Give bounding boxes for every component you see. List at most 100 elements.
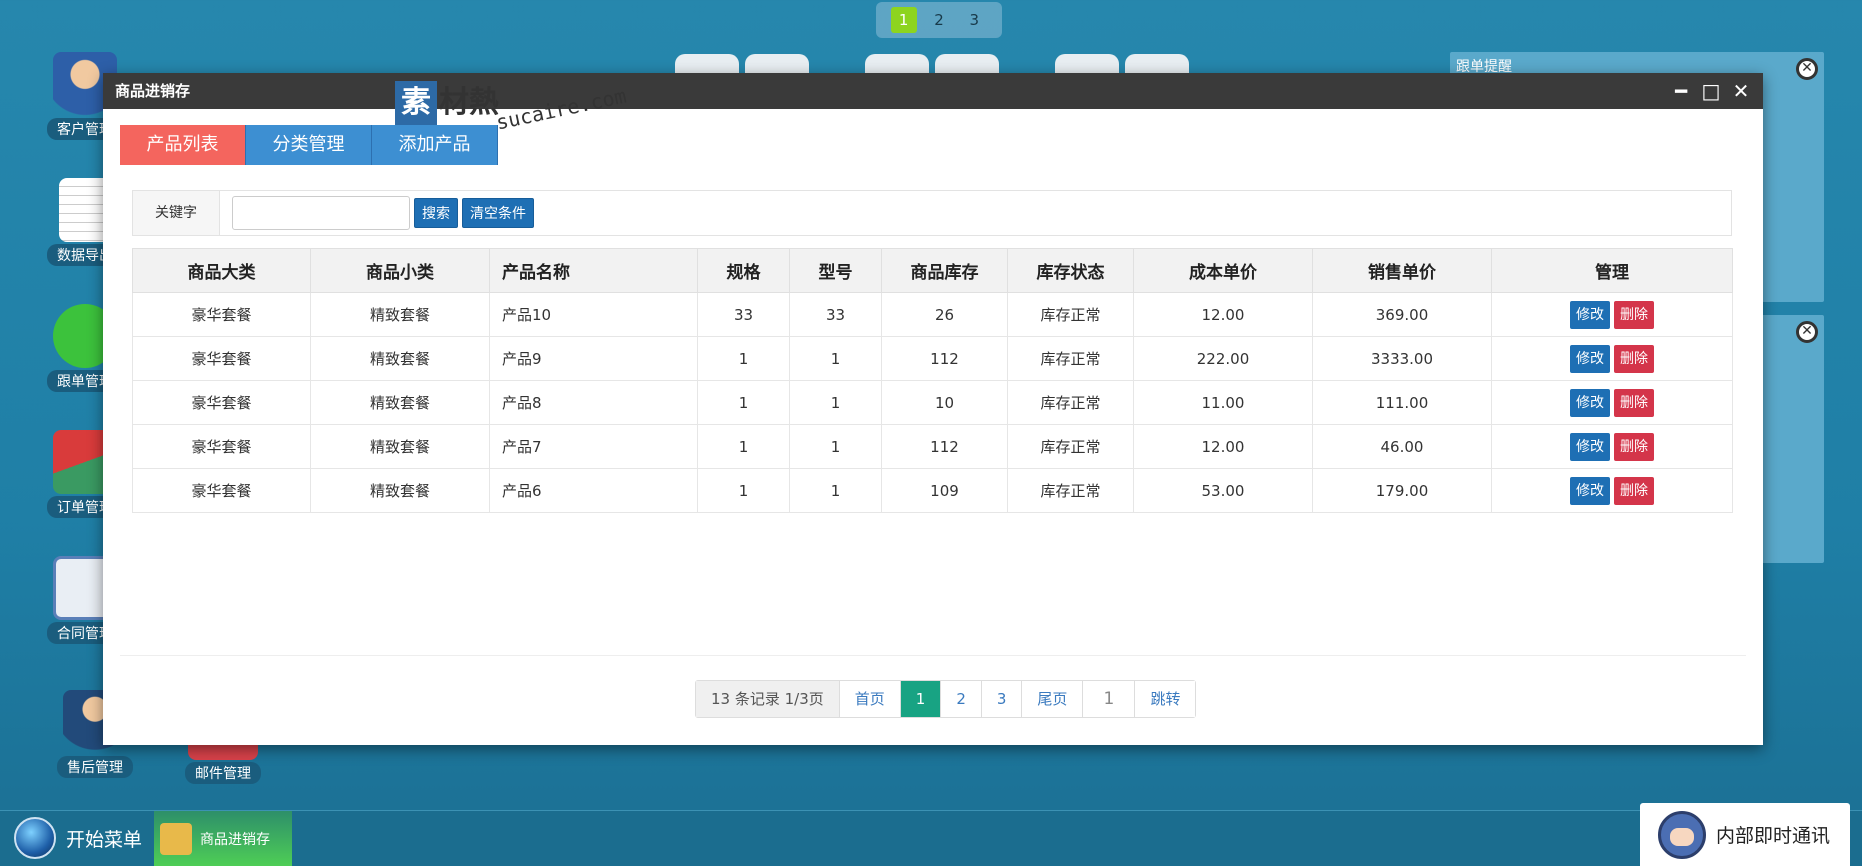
row-actions: 修改 删除	[1570, 300, 1654, 329]
start-menu-label: 开始菜单	[66, 828, 143, 851]
column-header: 库存状态	[1007, 248, 1134, 293]
instant-messaging-button[interactable]: 内部即时通讯	[1640, 803, 1850, 866]
edit-button[interactable]: 修改	[1570, 388, 1610, 417]
column-header: 商品小类	[310, 248, 490, 293]
tab-add-product[interactable]: 添加产品	[372, 125, 498, 165]
page-link-1[interactable]: 1	[900, 681, 942, 717]
close-icon[interactable]: ✕	[1731, 73, 1751, 109]
table-cell: 179.00	[1312, 468, 1492, 513]
table-cell-actions: 修改 删除	[1491, 380, 1733, 425]
watermark-box: 素	[395, 81, 437, 125]
tab-product-list[interactable]: 产品列表	[120, 125, 246, 165]
clear-conditions-button[interactable]: 清空条件	[462, 198, 534, 228]
search-button[interactable]: 搜索	[414, 198, 458, 228]
table-cell: 产品10	[489, 292, 698, 337]
search-bar: 关键字 搜索 清空条件	[132, 190, 1732, 236]
table-cell: 产品7	[489, 424, 698, 469]
taskbar-item-label: 商品进销存	[200, 832, 270, 848]
table-cell: 库存正常	[1007, 292, 1134, 337]
window-title: 商品进销存	[115, 82, 191, 100]
close-icon[interactable]: ✕	[1796, 321, 1818, 343]
page-link-2[interactable]: 2	[941, 681, 982, 717]
windows-logo-icon	[14, 817, 56, 859]
table-cell: 豪华套餐	[132, 336, 311, 381]
table-cell: 库存正常	[1007, 380, 1134, 425]
edit-button[interactable]: 修改	[1570, 300, 1610, 329]
row-actions: 修改 删除	[1570, 388, 1654, 417]
table-row: 豪华套餐 精致套餐 产品9 1 1 112 库存正常 222.00 3333.00 修改 删除	[132, 336, 1733, 381]
delete-button[interactable]: 删除	[1614, 344, 1654, 373]
delete-button[interactable]: 删除	[1614, 432, 1654, 461]
minimize-icon[interactable]: ━	[1671, 73, 1691, 109]
table-cell: 33	[697, 292, 790, 337]
table-cell: 1	[789, 336, 882, 381]
table-cell: 12.00	[1133, 424, 1313, 469]
jump-button[interactable]: 跳转	[1135, 681, 1196, 717]
table-row: 豪华套餐 精致套餐 产品10 33 33 26 库存正常 12.00 369.00 修改 删除	[132, 292, 1733, 337]
table-cell: 46.00	[1312, 424, 1492, 469]
column-header: 销售单价	[1312, 248, 1492, 293]
divider	[120, 655, 1746, 656]
desktop-icon-label: 售后管理	[57, 756, 133, 778]
page-link-3[interactable]: 3	[981, 681, 1023, 717]
table-cell: 1	[697, 380, 790, 425]
column-header: 商品库存	[881, 248, 1008, 293]
table-cell: 精致套餐	[310, 380, 490, 425]
close-icon[interactable]: ✕	[1796, 58, 1818, 80]
edit-button[interactable]: 修改	[1570, 432, 1610, 461]
table-cell: 精致套餐	[310, 336, 490, 381]
taskbar-item-inventory[interactable]: 商品进销存	[154, 811, 292, 866]
table-row: 豪华套餐 精致套餐 产品8 1 1 10 库存正常 11.00 111.00 修改 删除	[132, 380, 1733, 425]
table-cell-actions: 修改 删除	[1491, 292, 1733, 337]
watermark-text: 材熱	[439, 85, 499, 120]
inventory-window: 商品进销存 ━ □ ✕ 素 材熱 sucaire.com 产品列表 分类管理 添…	[103, 73, 1763, 745]
window-controls: ━ □ ✕	[1671, 73, 1751, 109]
watermark-url: sucaire.com	[493, 83, 629, 135]
table-row: 豪华套餐 精致套餐 产品6 1 1 109 库存正常 53.00 179.00 修改 删除	[132, 468, 1733, 513]
window-titlebar[interactable]: 商品进销存 ━ □ ✕	[103, 73, 1763, 109]
tab-category-management[interactable]: 分类管理	[246, 125, 372, 165]
column-header: 商品大类	[132, 248, 311, 293]
start-menu-button[interactable]: 开始菜单	[14, 817, 142, 859]
desktop-page-2[interactable]: 2	[926, 7, 952, 33]
table-cell: 53.00	[1133, 468, 1313, 513]
table-cell: 库存正常	[1007, 336, 1134, 381]
table-cell: 库存正常	[1007, 468, 1134, 513]
column-header: 成本单价	[1133, 248, 1313, 293]
table-cell: 1	[697, 424, 790, 469]
table-cell: 369.00	[1312, 292, 1492, 337]
table-cell-actions: 修改 删除	[1491, 468, 1733, 513]
table-cell: 1	[789, 468, 882, 513]
desktop-page-3[interactable]: 3	[961, 7, 987, 33]
tab-bar: 产品列表 分类管理 添加产品	[120, 125, 498, 165]
table-cell: 112	[881, 424, 1008, 469]
table-row: 豪华套餐 精致套餐 产品7 1 1 112 库存正常 12.00 46.00 修改 删除	[132, 424, 1733, 469]
delete-button[interactable]: 删除	[1614, 300, 1654, 329]
edit-button[interactable]: 修改	[1570, 344, 1610, 373]
table-cell: 1	[789, 424, 882, 469]
table-cell: 产品8	[489, 380, 698, 425]
column-header: 产品名称	[489, 248, 698, 293]
last-page-link[interactable]: 尾页	[1022, 681, 1084, 717]
desktop-pager: 1 2 3	[876, 2, 1002, 38]
desktop-page-1[interactable]: 1	[890, 7, 917, 33]
table-cell: 精致套餐	[310, 424, 490, 469]
table-cell: 精致套餐	[310, 468, 490, 513]
maximize-icon[interactable]: □	[1701, 73, 1721, 109]
table-cell: 豪华套餐	[132, 468, 311, 513]
table-cell: 112	[881, 336, 1008, 381]
table-cell: 1	[697, 468, 790, 513]
table-cell: 豪华套餐	[132, 292, 311, 337]
taskbar: 开始菜单 商品进销存	[0, 810, 1862, 866]
table-cell: 33	[789, 292, 882, 337]
delete-button[interactable]: 删除	[1614, 388, 1654, 417]
jump-page-input[interactable]: 1	[1083, 681, 1136, 717]
desktop-icon-label: 邮件管理	[185, 762, 261, 784]
row-actions: 修改 删除	[1570, 476, 1654, 505]
delete-button[interactable]: 删除	[1614, 476, 1654, 505]
first-page-link[interactable]: 首页	[839, 681, 901, 717]
edit-button[interactable]: 修改	[1570, 476, 1610, 505]
table-cell: 产品9	[489, 336, 698, 381]
box-icon	[160, 823, 192, 855]
keyword-input[interactable]	[232, 196, 410, 230]
